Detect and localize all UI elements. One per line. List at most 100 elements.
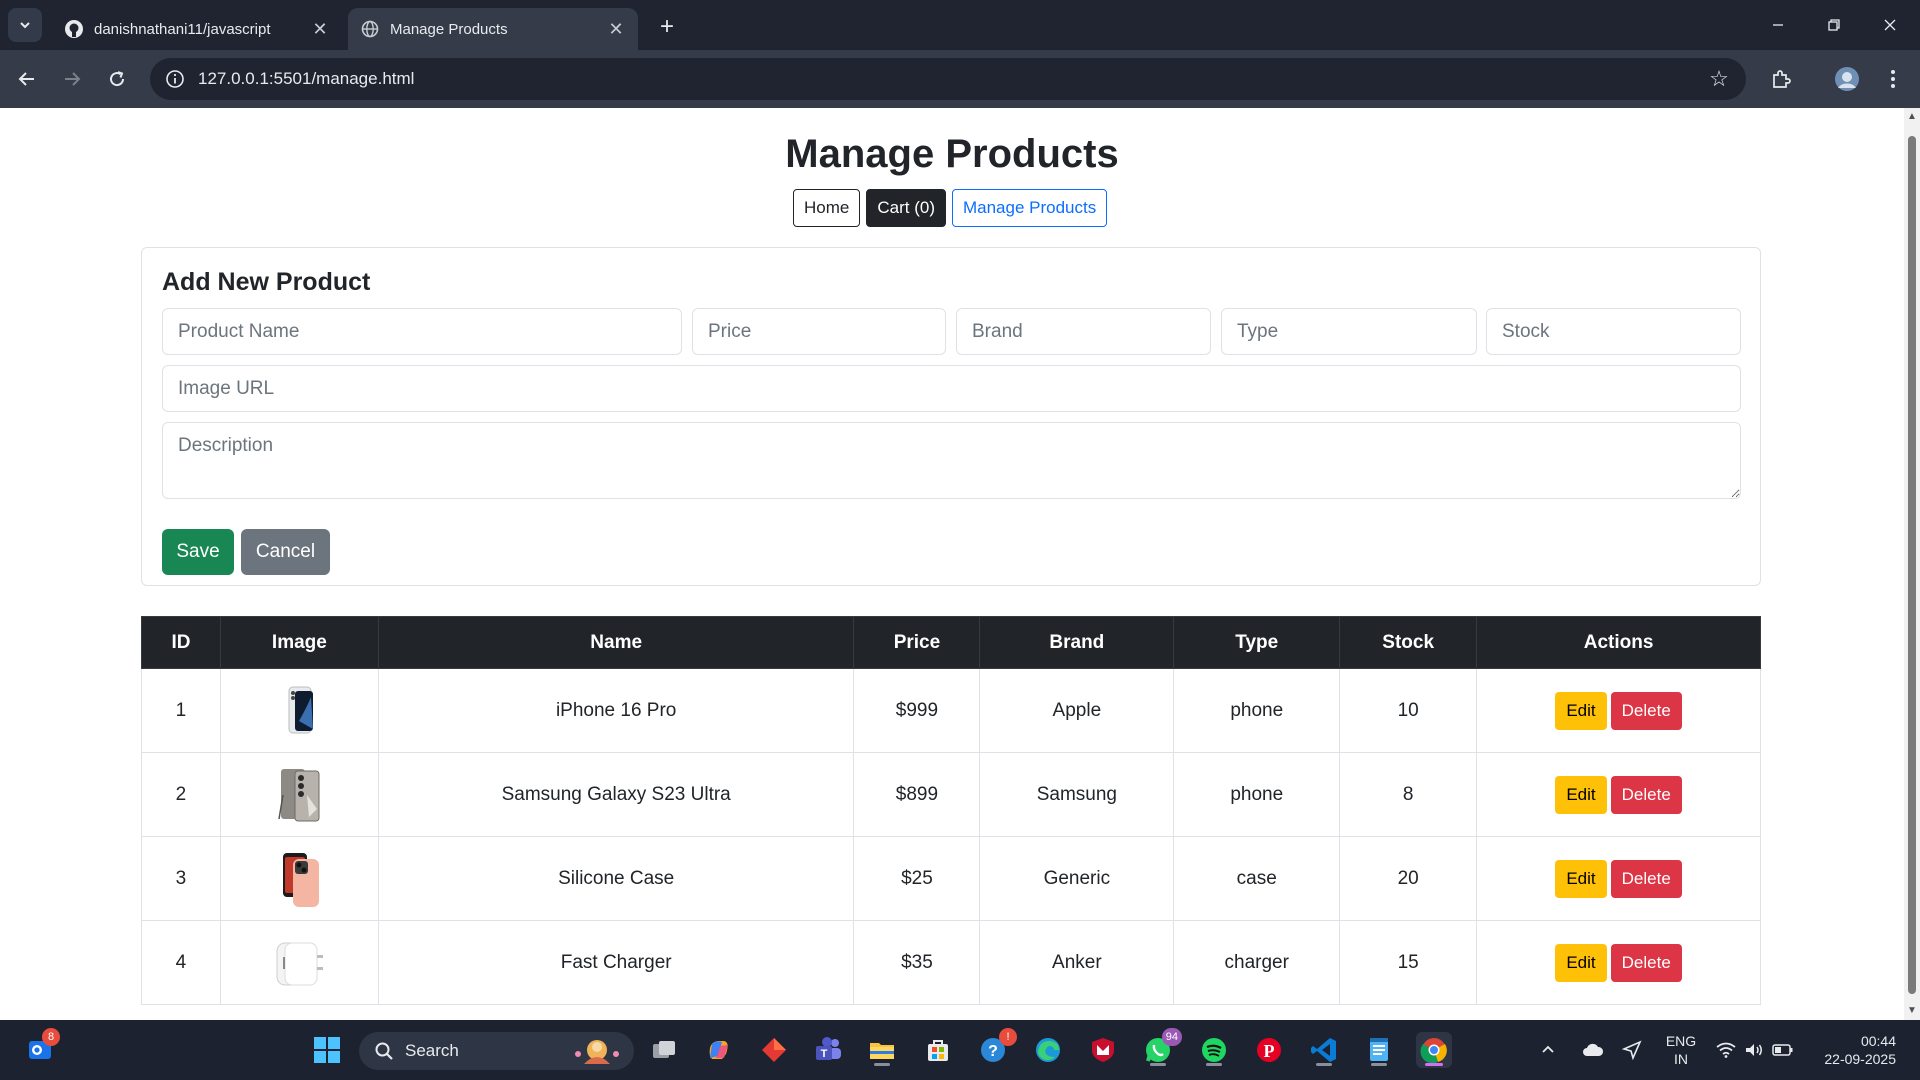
page-nav: Home Cart (0) Manage Products bbox=[793, 189, 1108, 227]
restore-button[interactable] bbox=[1814, 8, 1854, 42]
product-name-input[interactable] bbox=[162, 308, 682, 355]
edit-button[interactable]: Edit bbox=[1555, 691, 1607, 730]
running-indicator bbox=[1206, 1063, 1222, 1066]
spotify-icon bbox=[1202, 1038, 1226, 1062]
location-tray[interactable] bbox=[1622, 1020, 1642, 1080]
manage-products-link[interactable]: Manage Products bbox=[951, 189, 1108, 227]
scrollbar-thumb[interactable] bbox=[1908, 136, 1916, 994]
whatsapp-app[interactable]: 94 bbox=[1140, 1028, 1182, 1068]
stock-input[interactable] bbox=[1486, 308, 1741, 355]
language-code: ENG bbox=[1665, 1033, 1697, 1049]
cell-name: iPhone 16 Pro bbox=[377, 668, 855, 753]
description-textarea[interactable] bbox=[162, 422, 1741, 499]
clock[interactable]: 00:44 22-09-2025 bbox=[1812, 1020, 1896, 1080]
save-button[interactable]: Save bbox=[162, 529, 234, 575]
column-header-name[interactable]: Name bbox=[377, 616, 855, 669]
edge-app[interactable] bbox=[1030, 1032, 1066, 1068]
tab-search-button[interactable] bbox=[8, 8, 42, 42]
close-icon[interactable]: ✕ bbox=[310, 19, 330, 39]
red-diamond-app[interactable] bbox=[756, 1032, 792, 1068]
taskbar-search[interactable]: Search bbox=[359, 1032, 634, 1070]
whatsapp-badge: 94 bbox=[1161, 1028, 1182, 1046]
home-link[interactable]: Home bbox=[793, 189, 861, 227]
price-input[interactable] bbox=[692, 308, 946, 355]
scroll-down-icon[interactable]: ▼ bbox=[1907, 1006, 1917, 1016]
cell-price: $899 bbox=[853, 752, 981, 837]
notepad-app[interactable] bbox=[1361, 1032, 1397, 1068]
column-header-type[interactable]: Type bbox=[1173, 616, 1341, 669]
teams-app[interactable]: T bbox=[810, 1032, 846, 1068]
volume-icon bbox=[1746, 1044, 1762, 1056]
chrome-app[interactable] bbox=[1416, 1032, 1452, 1068]
delete-button[interactable]: Delete bbox=[1610, 691, 1682, 730]
cell-image bbox=[219, 836, 379, 921]
close-window-button[interactable] bbox=[1870, 8, 1910, 42]
arrow-right-icon bbox=[65, 72, 81, 86]
network-volume-battery[interactable] bbox=[1716, 1020, 1794, 1080]
onedrive-tray[interactable] bbox=[1582, 1020, 1604, 1080]
vertical-scrollbar[interactable]: ▲ ▼ bbox=[1904, 108, 1920, 1020]
cart-link[interactable]: Cart (0) bbox=[866, 189, 946, 227]
cell-price: $999 bbox=[853, 668, 981, 753]
back-button[interactable] bbox=[10, 62, 44, 96]
get-help-app[interactable]: ? ! bbox=[975, 1028, 1017, 1068]
chrome-icon bbox=[1420, 1038, 1447, 1064]
profile-avatar[interactable] bbox=[1830, 62, 1864, 96]
scroll-up-icon[interactable]: ▲ bbox=[1907, 112, 1917, 122]
cancel-button[interactable]: Cancel bbox=[241, 529, 330, 575]
clock-text: 00:44 22-09-2025 bbox=[1824, 1032, 1896, 1068]
edit-button[interactable]: Edit bbox=[1555, 943, 1607, 982]
address-bar[interactable]: 127.0.0.1:5501/manage.html ☆ bbox=[150, 58, 1746, 100]
cell-actions: Edit Delete bbox=[1476, 752, 1761, 837]
tab-manage-products[interactable]: Manage Products ✕ bbox=[348, 8, 638, 50]
restore-icon bbox=[1828, 19, 1840, 31]
column-header-id[interactable]: ID bbox=[141, 616, 221, 669]
pinterest-app[interactable]: P bbox=[1251, 1032, 1287, 1068]
teams-icon: T bbox=[816, 1037, 841, 1060]
image-url-input[interactable] bbox=[162, 365, 1741, 412]
description-wrapper bbox=[162, 422, 1741, 499]
bookmark-star-icon[interactable]: ☆ bbox=[1706, 66, 1732, 92]
forward-button[interactable] bbox=[55, 62, 89, 96]
column-header-price[interactable]: Price bbox=[853, 616, 981, 669]
browser-menu-button[interactable] bbox=[1876, 62, 1910, 96]
language-indicator[interactable]: ENG IN bbox=[1663, 1020, 1699, 1080]
site-info-icon[interactable] bbox=[164, 68, 186, 90]
svg-text:P: P bbox=[1264, 1041, 1275, 1061]
brand-input[interactable] bbox=[956, 308, 1211, 355]
reload-button[interactable] bbox=[100, 62, 134, 96]
task-view-app[interactable] bbox=[646, 1032, 682, 1068]
column-header-stock[interactable]: Stock bbox=[1339, 616, 1478, 669]
outlook-app[interactable]: 8 bbox=[22, 1028, 60, 1068]
close-icon[interactable]: ✕ bbox=[606, 19, 626, 39]
copilot-app[interactable] bbox=[700, 1032, 736, 1068]
vscode-app[interactable] bbox=[1306, 1032, 1342, 1068]
edit-button[interactable]: Edit bbox=[1555, 775, 1607, 814]
file-explorer-app[interactable] bbox=[864, 1032, 900, 1068]
column-header-image[interactable]: Image bbox=[219, 616, 379, 669]
new-tab-button[interactable]: + bbox=[652, 12, 682, 42]
mcafee-app[interactable] bbox=[1085, 1032, 1121, 1068]
type-input[interactable] bbox=[1221, 308, 1477, 355]
search-icon bbox=[373, 1040, 395, 1062]
column-header-brand[interactable]: Brand bbox=[979, 616, 1175, 669]
extensions-button[interactable] bbox=[1764, 62, 1798, 96]
microsoft-store-app[interactable] bbox=[920, 1032, 956, 1068]
search-label: Search bbox=[405, 1041, 459, 1060]
edit-button[interactable]: Edit bbox=[1555, 859, 1607, 898]
delete-button[interactable]: Delete bbox=[1610, 775, 1682, 814]
tab-github[interactable]: danishnathani11/javascript ✕ bbox=[52, 8, 342, 50]
tray-overflow-button[interactable] bbox=[1540, 1020, 1556, 1080]
iphone-product-image bbox=[288, 686, 314, 733]
cell-name: Fast Charger bbox=[377, 920, 855, 1005]
start-button[interactable] bbox=[309, 1032, 345, 1068]
minimize-button[interactable] bbox=[1758, 8, 1798, 42]
vscode-icon bbox=[1311, 1038, 1336, 1062]
outlook-badge: 8 bbox=[42, 1028, 60, 1046]
delete-button[interactable]: Delete bbox=[1610, 943, 1682, 982]
notepad-icon bbox=[1370, 1038, 1388, 1061]
spotify-app[interactable] bbox=[1196, 1032, 1232, 1068]
delete-button[interactable]: Delete bbox=[1610, 859, 1682, 898]
cell-type: phone bbox=[1173, 752, 1341, 837]
column-header-actions[interactable]: Actions bbox=[1476, 616, 1761, 669]
